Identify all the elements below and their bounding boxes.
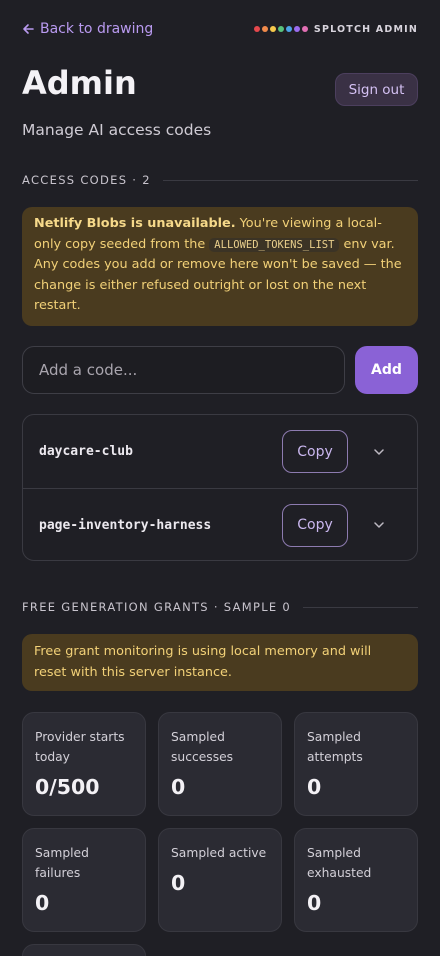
- stat-value: 0: [307, 891, 322, 915]
- stat-label: Sampled active: [171, 846, 267, 860]
- chevron-down-icon[interactable]: [373, 446, 385, 458]
- top-bar: Back to drawing SPLOTCH ADMIN: [22, 18, 418, 40]
- brand-dot: [285, 26, 292, 32]
- stat-card: Sampled successes 0: [158, 712, 282, 816]
- back-link-label: Back to drawing: [40, 21, 154, 37]
- add-code-input[interactable]: [22, 346, 345, 394]
- add-code-button[interactable]: Add: [355, 346, 418, 394]
- stat-label: Sampled exhausted: [307, 846, 372, 880]
- copy-code-button[interactable]: Copy: [282, 430, 348, 473]
- sign-out-button[interactable]: Sign out: [335, 73, 418, 106]
- stat-card-partial: [22, 944, 146, 956]
- stat-card: Provider starts today 0/500: [22, 712, 146, 816]
- stat-value: 0: [307, 775, 322, 799]
- back-link[interactable]: Back to drawing: [22, 21, 153, 37]
- arrow-left-icon: [23, 24, 34, 34]
- page-subtitle: Manage AI access codes: [22, 121, 212, 139]
- brand-dot: [301, 26, 308, 32]
- env-var-code: ALLOWED_TOKENS_LIST: [209, 237, 340, 252]
- brand-label: SPLOTCH ADMIN: [313, 23, 418, 35]
- access-codes-heading: ACCESS CODES · 2: [22, 173, 418, 187]
- stat-value: 0: [171, 775, 186, 799]
- access-code-list: daycare-club Copy page-inventory-harness…: [22, 414, 418, 561]
- grant-monitoring-warning: Free grant monitoring is using local mem…: [22, 634, 418, 691]
- stat-card: Sampled failures 0: [22, 828, 146, 932]
- brand-dot: [277, 26, 284, 32]
- section-divider: [303, 606, 418, 608]
- grants-heading: FREE GENERATION GRANTS · SAMPLE 0: [22, 600, 418, 614]
- page-title: Admin: [22, 64, 137, 102]
- access-code-name: page-inventory-harness: [39, 517, 212, 533]
- copy-code-button[interactable]: Copy: [282, 503, 348, 547]
- stat-value: 0/500: [35, 775, 100, 799]
- grant-stats-grid: Provider starts today 0/500 Sampled succ…: [22, 712, 418, 932]
- stat-label: Sampled successes: [171, 730, 234, 764]
- grants-heading-label: FREE GENERATION GRANTS · SAMPLE 0: [22, 600, 292, 614]
- stat-card: Sampled active 0: [158, 828, 282, 932]
- blobs-unavailable-warning: Netlify Blobs is unavailable. You're vie…: [22, 207, 418, 326]
- stat-label: Provider starts today: [35, 730, 125, 764]
- stat-label: Sampled failures: [35, 846, 89, 880]
- access-codes-heading-label: ACCESS CODES · 2: [22, 173, 151, 187]
- stat-card: Sampled attempts 0: [294, 712, 418, 816]
- section-divider: [162, 179, 418, 181]
- warning-title: Netlify Blobs is unavailable.: [34, 216, 236, 231]
- stat-card: Sampled exhausted 0: [294, 828, 418, 932]
- access-code-row: daycare-club Copy: [23, 415, 417, 488]
- access-code-row: page-inventory-harness Copy: [23, 488, 417, 560]
- brand-dots-icon: [253, 26, 308, 32]
- brand-dot: [293, 26, 300, 32]
- stat-label: Sampled attempts: [307, 730, 363, 764]
- brand-dot: [253, 26, 260, 32]
- access-code-name: daycare-club: [39, 444, 133, 459]
- brand: SPLOTCH ADMIN: [253, 23, 418, 35]
- stat-value: 0: [35, 891, 50, 915]
- chevron-down-icon[interactable]: [373, 519, 385, 531]
- brand-dot: [269, 26, 276, 32]
- stat-value: 0: [171, 871, 186, 895]
- brand-dot: [261, 26, 268, 32]
